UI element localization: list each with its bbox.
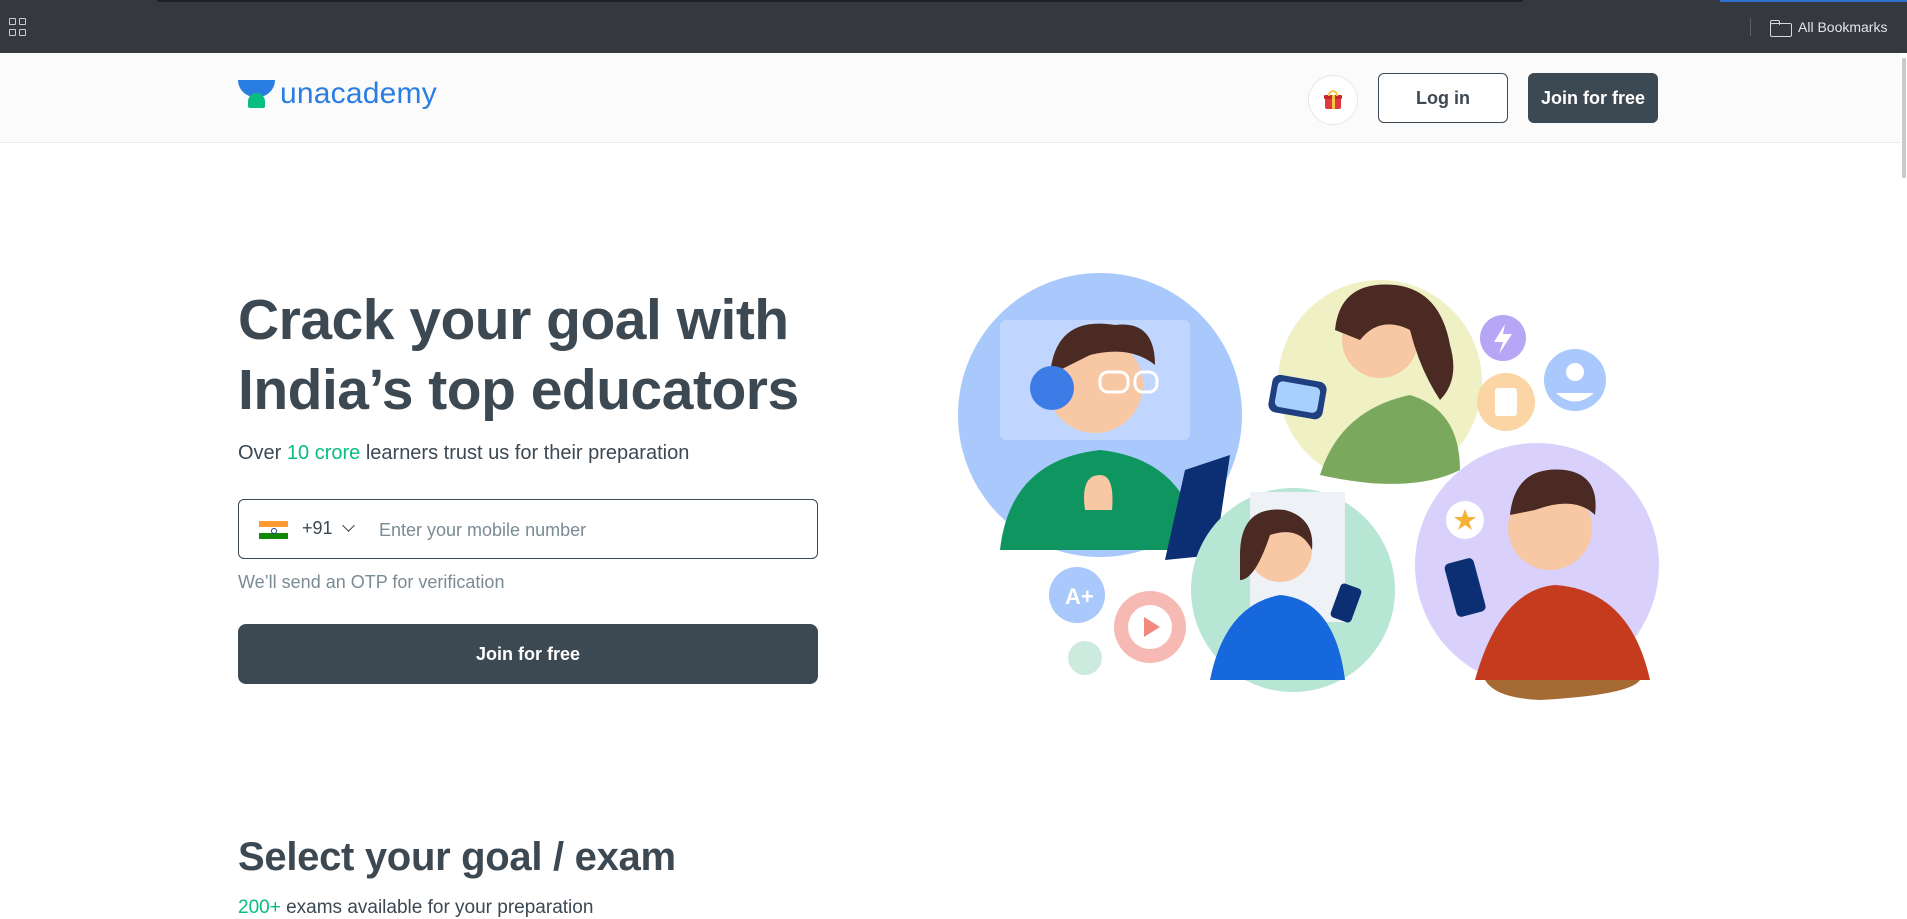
lightning-icon xyxy=(1480,315,1526,361)
hero-title-line2: India’s top educators xyxy=(238,358,799,422)
gift-button[interactable] xyxy=(1308,75,1358,125)
grade-icon: A+ xyxy=(1049,567,1105,623)
hero-subtitle-suffix: learners trust us for their preparation xyxy=(360,442,690,464)
bookmarks-bar: All Bookmarks xyxy=(0,0,1907,53)
login-button[interactable]: Log in xyxy=(1378,73,1508,123)
goal-subtitle-highlight: 200+ xyxy=(238,897,281,918)
learner-illustration-1 xyxy=(1191,488,1395,692)
apps-grid-icon[interactable] xyxy=(9,18,27,36)
bookmarks-separator xyxy=(1750,18,1751,36)
tab-accent xyxy=(1720,0,1907,2)
join-for-free-button[interactable]: Join for free xyxy=(238,624,818,684)
profile-icon xyxy=(1544,349,1606,411)
hero-subtitle-prefix: Over xyxy=(238,442,287,464)
hero-subtitle: Over 10 crore learners trust us for thei… xyxy=(238,442,689,465)
hero-illustration: A+ xyxy=(958,273,1659,700)
svg-text:A+: A+ xyxy=(1065,584,1094,609)
hero-title: Crack your goal with India’s top educato… xyxy=(238,285,858,425)
logo-mark-icon xyxy=(238,79,275,109)
all-bookmarks-button[interactable]: All Bookmarks xyxy=(1770,16,1887,38)
logo-text: unacademy xyxy=(280,77,437,110)
folder-icon xyxy=(1770,19,1792,37)
goal-section-title: Select your goal / exam xyxy=(238,835,676,879)
decor-dot xyxy=(1068,641,1102,675)
educator-illustration-1 xyxy=(958,273,1242,560)
document-icon xyxy=(1477,373,1535,431)
chevron-down-icon[interactable] xyxy=(342,519,355,532)
country-code[interactable]: +91 xyxy=(302,518,333,539)
gift-icon xyxy=(1323,90,1343,110)
scrollbar-track[interactable] xyxy=(1900,53,1907,916)
otp-note: We’ll send an OTP for verification xyxy=(238,572,505,592)
learner-illustration-2 xyxy=(1415,443,1659,700)
goal-subtitle-suffix: exams available for your preparation xyxy=(280,897,594,918)
join-header-button[interactable]: Join for free xyxy=(1528,73,1658,123)
phone-field: +91 xyxy=(238,499,818,559)
india-flag-icon xyxy=(259,521,288,539)
mobile-number-input[interactable] xyxy=(379,512,799,548)
site-header: unacademy Log in Join for free xyxy=(0,53,1907,143)
educator-illustration-2 xyxy=(1268,280,1482,484)
play-icon xyxy=(1114,591,1186,663)
hero-subtitle-highlight: 10 crore xyxy=(286,442,361,464)
scrollbar-thumb[interactable] xyxy=(1902,58,1906,178)
tab-strip-edge xyxy=(157,0,1523,2)
all-bookmarks-label: All Bookmarks xyxy=(1798,19,1888,35)
unacademy-logo[interactable]: unacademy xyxy=(238,77,437,111)
star-icon xyxy=(1446,501,1484,539)
hero-title-line1: Crack your goal with xyxy=(238,288,789,352)
